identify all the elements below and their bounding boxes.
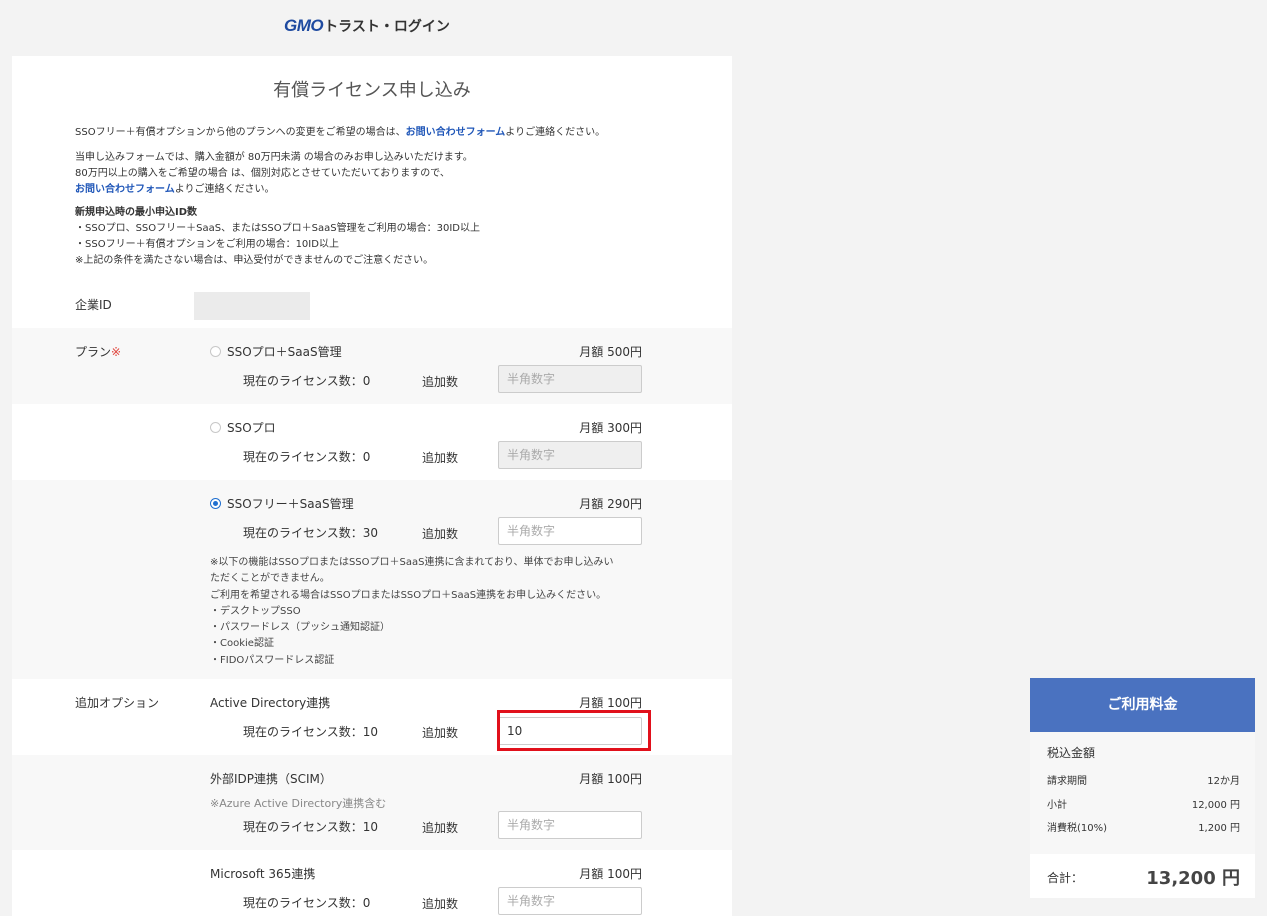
current-license-count: 現在のライセンス数：30 xyxy=(243,526,379,540)
plan-note: ※以下の機能はSSOプロまたはSSOプロ＋SaaS連携に含まれており、単体でお申… xyxy=(210,555,650,669)
subtotal-row: 小計 12,000 円 xyxy=(1047,796,1240,811)
logo-brand: GMO xyxy=(284,16,324,35)
current-license-count: 現在のライセンス数：0 xyxy=(243,896,371,910)
note-line: ・パスワードレス（プッシュ通知認証） xyxy=(210,622,390,634)
min-line1: ・SSOプロ、SSOフリー＋SaaS、またはSSOプロ＋SaaS管理をご利用の場… xyxy=(75,223,480,234)
intro-minimum-ids: 新規申込時の最小申込ID数 ・SSOプロ、SSOフリー＋SaaS、またはSSOプ… xyxy=(75,205,695,269)
add-count-input[interactable] xyxy=(498,365,642,393)
radio-icon[interactable] xyxy=(210,346,221,357)
consumption-tax-label: 消費税(10%) xyxy=(1047,823,1108,834)
min-line2: ・SSOフリー＋有償オプションをご利用の場合：10ID以上 xyxy=(75,239,339,250)
plan-label: プラン※ xyxy=(75,343,121,360)
plan-price: 月額 290円 xyxy=(579,497,642,511)
plan-option-sso-pro-saas[interactable]: SSOプロ＋SaaS管理 xyxy=(210,343,342,360)
total-row: 合計： 13,200 円 xyxy=(1030,854,1255,898)
add-count-label: 追加数 xyxy=(422,821,459,835)
plan-row-sso-pro: SSOプロ 月額 300円 現在のライセンス数：0 追加数 xyxy=(12,404,732,480)
scim-add-count-input[interactable] xyxy=(498,811,642,839)
option-price: 月額 100円 xyxy=(579,867,642,881)
billing-period-row: 請求期間 12か月 xyxy=(1047,772,1240,787)
page-title: 有償ライセンス申し込み xyxy=(273,80,471,101)
note-line: ただくことができません。 xyxy=(210,573,330,585)
company-id-label: 企業ID xyxy=(75,298,112,312)
intro-text: SSOフリー＋有償オプションから他のプランへの変更をご希望の場合は、お問い合わせ… xyxy=(75,125,695,141)
intro-line2: 当申し込みフォームでは、購入金額が 80万円未満 の場合のみお申し込みいただけま… xyxy=(75,152,473,163)
min-title: 新規申込時の最小申込ID数 xyxy=(75,207,198,218)
tax-included-label: 税込金額 xyxy=(1047,746,1096,760)
contact-form-link-2[interactable]: お問い合わせフォーム xyxy=(75,184,175,195)
company-id-field xyxy=(194,292,310,320)
note-line: ・Cookie認証 xyxy=(210,638,274,650)
plan-option-sso-free-saas[interactable]: SSOフリー＋SaaS管理 xyxy=(210,495,354,512)
note-line: ・デスクトップSSO xyxy=(210,605,301,617)
radio-icon[interactable] xyxy=(210,422,221,433)
contact-form-link[interactable]: お問い合わせフォーム xyxy=(406,127,506,138)
option-row-scim: 外部IDP連携（SCIM） 月額 100円 ※Azure Active Dire… xyxy=(12,755,732,850)
billing-period-value: 12か月 xyxy=(1207,776,1240,787)
fee-breakdown: 税込金額 請求期間 12か月 小計 12,000 円 消費税(10%) 1,20… xyxy=(1030,732,1255,854)
intro-purchase-limit: 当申し込みフォームでは、購入金額が 80万円未満 の場合のみお申し込みいただけま… xyxy=(75,150,695,198)
add-count-label: 追加数 xyxy=(422,726,459,740)
note-line: ・FIDOパスワードレス認証 xyxy=(210,654,335,666)
intro-line1-a: SSOフリー＋有償オプションから他のプランへの変更をご希望の場合は、 xyxy=(75,127,406,138)
option-name: Microsoft 365連携 xyxy=(210,867,316,881)
intro-line3: 80万円以上の購入をご希望の場合 は、個別対応とさせていただいておりますので、 xyxy=(75,168,450,179)
microsoft-365-add-count-input[interactable] xyxy=(498,887,642,915)
note-line: ご利用を希望される場合はSSOプロまたはSSOプロ＋SaaS連携をお申し込みくだ… xyxy=(210,589,607,601)
plan-name: SSOフリー＋SaaS管理 xyxy=(227,497,354,511)
plan-price: 月額 500円 xyxy=(579,345,642,359)
note-line: ※以下の機能はSSOプロまたはSSOプロ＋SaaS連携に含まれており、単体でお申… xyxy=(210,557,614,568)
option-price: 月額 100円 xyxy=(579,772,642,786)
total-value: 13,200 円 xyxy=(1146,868,1240,889)
required-mark: ※ xyxy=(111,345,122,359)
consumption-tax-value: 1,200 円 xyxy=(1198,823,1240,834)
add-count-input[interactable] xyxy=(498,517,642,545)
consumption-tax-row: 消費税(10%) 1,200 円 xyxy=(1047,819,1240,834)
plan-price: 月額 300円 xyxy=(579,421,642,435)
plan-row-sso-free-saas: SSOフリー＋SaaS管理 月額 290円 現在のライセンス数：30 追加数 ※… xyxy=(12,480,732,679)
option-name: Active Directory連携 xyxy=(210,696,331,710)
current-license-count: 現在のライセンス数：10 xyxy=(243,820,379,834)
current-license-count: 現在のライセンス数：10 xyxy=(243,725,379,739)
plan-name: SSOプロ xyxy=(227,421,276,435)
add-count-label: 追加数 xyxy=(422,375,459,389)
subtotal-value: 12,000 円 xyxy=(1191,800,1240,811)
plan-label-text: プラン xyxy=(75,345,112,359)
option-price: 月額 100円 xyxy=(579,696,642,710)
option-name: 外部IDP連携（SCIM） xyxy=(210,772,332,786)
application-form: 有償ライセンス申し込み SSOフリー＋有償オプションから他のプランへの変更をご希… xyxy=(12,56,732,916)
logo-name: トラスト・ログイン xyxy=(324,19,450,35)
plan-option-sso-pro[interactable]: SSOプロ xyxy=(210,419,276,436)
total-label: 合計： xyxy=(1047,871,1084,885)
current-license-count: 現在のライセンス数：0 xyxy=(243,450,371,464)
gmo-trust-login-logo: GMO トラスト・ログイン xyxy=(284,14,450,38)
billing-period-label: 請求期間 xyxy=(1047,776,1087,787)
add-count-label: 追加数 xyxy=(422,451,459,465)
fee-summary-panel: ご利用料金 税込金額 請求期間 12か月 小計 12,000 円 消費税(10%… xyxy=(1030,678,1255,898)
radio-checked-icon[interactable] xyxy=(210,498,221,509)
option-row-active-directory: 追加オプション Active Directory連携 月額 100円 現在のライ… xyxy=(12,679,732,755)
active-directory-add-count-input[interactable] xyxy=(498,717,642,745)
tax-included-row: 税込金額 xyxy=(1047,744,1240,761)
current-license-count: 現在のライセンス数：0 xyxy=(243,374,371,388)
intro-line4-b: よりご連絡ください。 xyxy=(174,184,275,195)
add-count-input[interactable] xyxy=(498,441,642,469)
add-count-label: 追加数 xyxy=(422,897,459,911)
add-count-label: 追加数 xyxy=(422,527,459,541)
intro-line1-b: よりご連絡ください。 xyxy=(505,127,606,138)
option-sub-note: ※Azure Active Directory連携含む xyxy=(210,797,387,810)
additional-options-label: 追加オプション xyxy=(75,696,160,710)
subtotal-label: 小計 xyxy=(1047,800,1067,811)
option-row-microsoft-365: Microsoft 365連携 月額 100円 現在のライセンス数：0 追加数 xyxy=(12,850,732,916)
plan-name: SSOプロ＋SaaS管理 xyxy=(227,345,342,359)
plan-row-sso-pro-saas: プラン※ SSOプロ＋SaaS管理 月額 500円 現在のライセンス数：0 追加… xyxy=(12,328,732,404)
fee-title: ご利用料金 xyxy=(1030,678,1255,732)
min-line3: ※上記の条件を満たさない場合は、申込受付ができませんのでご注意ください。 xyxy=(75,255,434,266)
